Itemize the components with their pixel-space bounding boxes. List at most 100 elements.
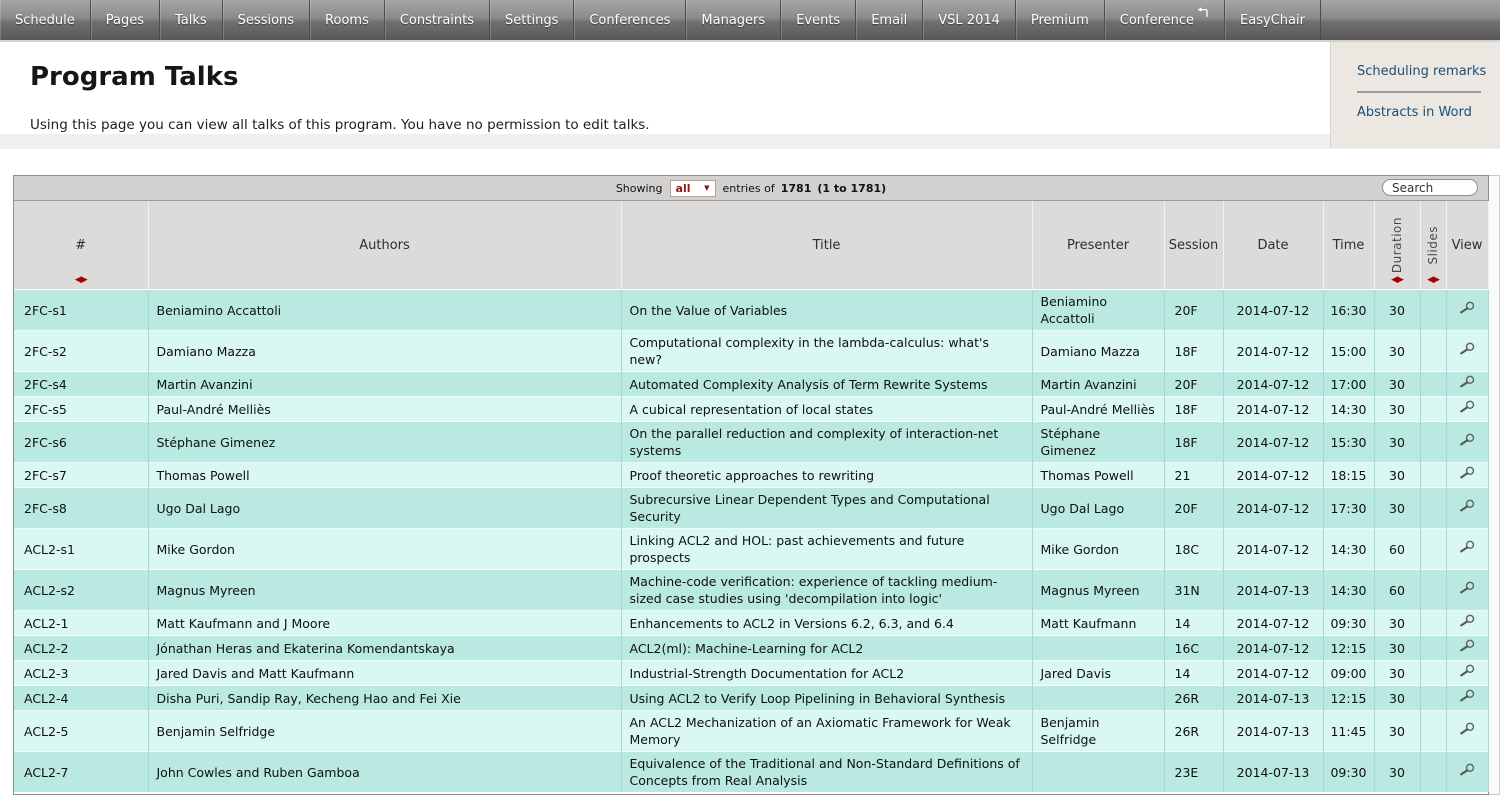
talk-number-cell: ACL2-3: [14, 661, 148, 686]
authors-cell: Matt Kaufmann and J Moore: [148, 611, 621, 636]
nav-tab-vsl-2014[interactable]: VSL 2014: [923, 0, 1016, 40]
column-header-authors: Authors: [148, 201, 621, 290]
talk-number-cell: 2FC-s4: [14, 372, 148, 397]
view-talk-magnifier-icon[interactable]: [1458, 614, 1476, 628]
date-cell: 2014-07-12: [1223, 397, 1323, 422]
sort-arrows-icon[interactable]: ◀▶: [1421, 275, 1446, 285]
slides-cell: [1420, 711, 1446, 752]
nav-tab-constraints[interactable]: Constraints: [385, 0, 490, 40]
sort-arrows-icon[interactable]: ◀▶: [14, 275, 148, 285]
view-talk-magnifier-icon[interactable]: [1458, 540, 1476, 554]
view-talk-magnifier-icon[interactable]: [1458, 301, 1476, 315]
nav-tab-events[interactable]: Events: [781, 0, 856, 40]
nav-tab-schedule[interactable]: Schedule: [0, 0, 91, 40]
nav-tab-talks[interactable]: Talks: [160, 0, 223, 40]
scrollbar-track[interactable]: [1489, 175, 1500, 795]
column-header-duration[interactable]: Duration◀▶: [1374, 201, 1420, 290]
column-label: Title: [622, 238, 1032, 253]
column-header-slides[interactable]: Slides◀▶: [1420, 201, 1446, 290]
presenter-cell: Beniamino Accattoli: [1032, 290, 1164, 331]
view-talk-magnifier-icon[interactable]: [1458, 689, 1476, 703]
view-talk-magnifier-icon[interactable]: [1458, 400, 1476, 414]
view-talk-magnifier-icon[interactable]: [1458, 722, 1476, 736]
authors-cell: Benjamin Selfridge: [148, 711, 621, 752]
slides-cell: [1420, 422, 1446, 463]
talk-number-cell: ACL2-2: [14, 636, 148, 661]
table-row: ACL2-5Benjamin SelfridgeAn ACL2 Mechaniz…: [14, 711, 1488, 752]
search-input[interactable]: [1382, 179, 1478, 196]
talk-number-cell: 2FC-s8: [14, 488, 148, 529]
authors-cell: Jared Davis and Matt Kaufmann: [148, 661, 621, 686]
presenter-cell: Magnus Myreen: [1032, 570, 1164, 611]
entries-select[interactable]: all ▼: [670, 180, 716, 197]
talk-number-cell: ACL2-s2: [14, 570, 148, 611]
nav-tab-sessions[interactable]: Sessions: [223, 0, 310, 40]
view-talk-magnifier-icon[interactable]: [1458, 342, 1476, 356]
date-cell: 2014-07-12: [1223, 372, 1323, 397]
nav-tab-email[interactable]: Email: [856, 0, 923, 40]
showing-label: Showing: [616, 182, 663, 195]
view-talk-magnifier-icon[interactable]: [1458, 466, 1476, 480]
column-header-row: #◀▶AuthorsTitlePresenterSessionDateTimeD…: [14, 201, 1488, 290]
authors-cell: John Cowles and Ruben Gamboa: [148, 752, 621, 793]
talk-number-cell: ACL2-4: [14, 686, 148, 711]
link-scheduling-remarks[interactable]: Scheduling remarks: [1357, 58, 1500, 85]
slides-cell: [1420, 372, 1446, 397]
entries-select-value: all: [676, 182, 691, 195]
nav-tab-label: Sessions: [238, 13, 294, 28]
title-cell: ACL2(ml): Machine-Learning for ACL2: [621, 636, 1032, 661]
nav-tab-label: Events: [796, 13, 840, 28]
date-cell: 2014-07-12: [1223, 290, 1323, 331]
nav-tab-premium[interactable]: Premium: [1016, 0, 1105, 40]
sort-arrows-icon[interactable]: ◀▶: [1375, 275, 1420, 285]
view-talk-magnifier-icon[interactable]: [1458, 433, 1476, 447]
time-cell: 09:00: [1323, 661, 1374, 686]
presenter-cell: Martin Avanzini: [1032, 372, 1164, 397]
table-row: ACL2-2Jónathan Heras and Ekaterina Komen…: [14, 636, 1488, 661]
date-cell: 2014-07-12: [1223, 529, 1323, 570]
date-cell: 2014-07-12: [1223, 463, 1323, 488]
talks-table: Showing all ▼ entries of 1781 (1 to 1781…: [13, 175, 1489, 795]
title-cell: Subrecursive Linear Dependent Types and …: [621, 488, 1032, 529]
table-row: 2FC-s7Thomas PowellProof theoretic appro…: [14, 463, 1488, 488]
presenter-cell: Stéphane Gimenez: [1032, 422, 1164, 463]
time-cell: 16:30: [1323, 290, 1374, 331]
view-talk-magnifier-icon[interactable]: [1458, 763, 1476, 777]
talk-number-cell: 2FC-s1: [14, 290, 148, 331]
nav-tab-rooms[interactable]: Rooms: [310, 0, 385, 40]
talk-number-cell: ACL2-5: [14, 711, 148, 752]
nav-tab-pages[interactable]: Pages: [91, 0, 160, 40]
presenter-cell: Benjamin Selfridge: [1032, 711, 1164, 752]
column-header-number[interactable]: #◀▶: [14, 201, 148, 290]
session-cell: 26R: [1164, 711, 1223, 752]
nav-tab-label: Premium: [1031, 13, 1089, 28]
view-cell: [1446, 290, 1488, 331]
view-talk-magnifier-icon[interactable]: [1458, 639, 1476, 653]
title-cell: Using ACL2 to Verify Loop Pipelining in …: [621, 686, 1032, 711]
nav-tab-easychair[interactable]: EasyChair: [1225, 0, 1321, 40]
slides-cell: [1420, 611, 1446, 636]
nav-tab-managers[interactable]: Managers: [686, 0, 781, 40]
table-row: 2FC-s6Stéphane GimenezOn the parallel re…: [14, 422, 1488, 463]
nav-tab-conference[interactable]: Conference: [1105, 0, 1225, 40]
time-cell: 12:15: [1323, 686, 1374, 711]
table-row: ACL2-7John Cowles and Ruben GamboaEquiva…: [14, 752, 1488, 793]
view-talk-magnifier-icon[interactable]: [1458, 375, 1476, 389]
title-cell: Equivalence of the Traditional and Non-S…: [621, 752, 1032, 793]
authors-cell: Disha Puri, Sandip Ray, Kecheng Hao and …: [148, 686, 621, 711]
authors-cell: Jónathan Heras and Ekaterina Komendantsk…: [148, 636, 621, 661]
side-panel-divider: [1357, 91, 1481, 93]
view-cell: [1446, 636, 1488, 661]
entries-of-label: entries of: [723, 182, 775, 195]
table-row: 2FC-s1Beniamino AccattoliOn the Value of…: [14, 290, 1488, 331]
authors-cell: Mike Gordon: [148, 529, 621, 570]
time-cell: 15:30: [1323, 422, 1374, 463]
view-talk-magnifier-icon[interactable]: [1458, 581, 1476, 595]
table-row: ACL2-3Jared Davis and Matt KaufmannIndus…: [14, 661, 1488, 686]
view-talk-magnifier-icon[interactable]: [1458, 499, 1476, 513]
column-label: Session: [1165, 238, 1223, 253]
nav-tab-settings[interactable]: Settings: [490, 0, 574, 40]
link-abstracts-in-word[interactable]: Abstracts in Word: [1357, 99, 1500, 126]
nav-tab-conferences[interactable]: Conferences: [574, 0, 686, 40]
view-talk-magnifier-icon[interactable]: [1458, 664, 1476, 678]
